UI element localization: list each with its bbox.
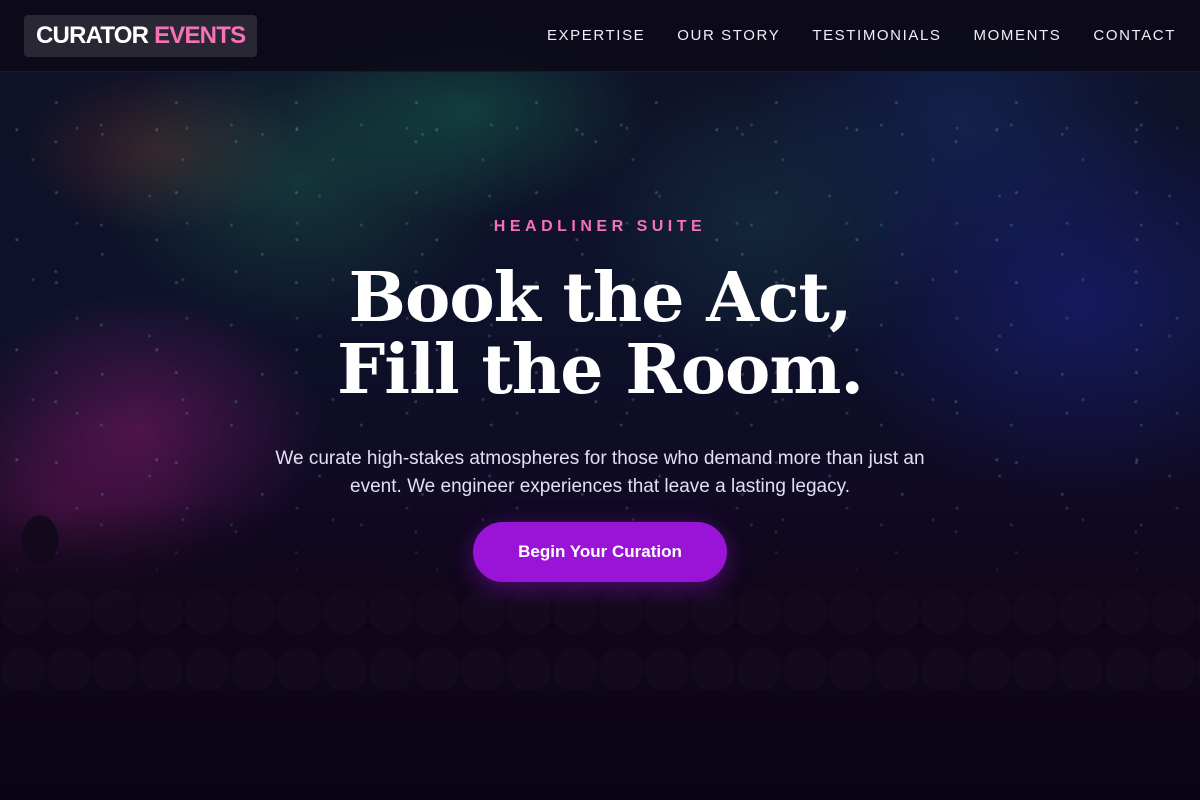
hero-headline-line-1: Book the Act, [348, 258, 852, 338]
nav-links: EXPERTISE OUR STORY TESTIMONIALS MOMENTS… [547, 27, 1176, 44]
nav-link-expertise[interactable]: EXPERTISE [547, 27, 645, 44]
hero-section: HEADLINER SUITE Book the Act, Fill the R… [0, 0, 1200, 800]
nav-link-contact[interactable]: CONTACT [1093, 27, 1176, 44]
hero-headline: Book the Act, Fill the Room. [0, 262, 1200, 406]
nav-link-testimonials[interactable]: TESTIMONIALS [812, 27, 941, 44]
logo-primary-text: CURATOR [36, 21, 149, 49]
begin-curation-button[interactable]: Begin Your Curation [473, 522, 727, 582]
hero-subtext: We curate high-stakes atmospheres for th… [275, 448, 925, 497]
logo-accent-text: EVENTS [154, 21, 246, 49]
nav-link-moments[interactable]: MOMENTS [974, 27, 1062, 44]
top-navigation: CURATOR EVENTS EXPERTISE OUR STORY TESTI… [0, 0, 1200, 72]
hero-headline-line-2: Fill the Room. [336, 330, 864, 410]
nav-link-our-story[interactable]: OUR STORY [677, 27, 780, 44]
site-logo[interactable]: CURATOR EVENTS [24, 14, 258, 57]
hero-eyebrow: HEADLINER SUITE [493, 218, 707, 235]
